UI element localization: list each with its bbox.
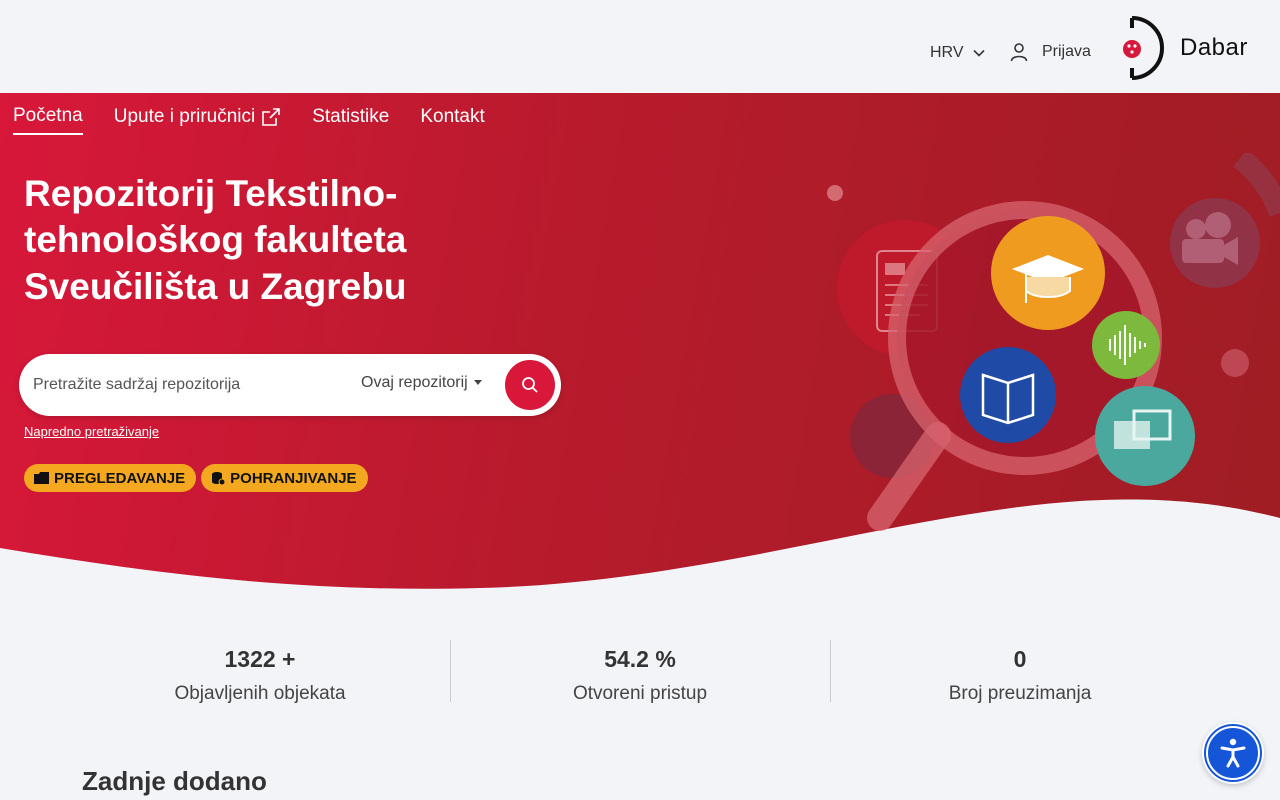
nav-item-pocetna[interactable]: Početna — [13, 105, 83, 135]
nav-item-label: Kontakt — [420, 106, 485, 127]
stat-label: Otvoreni pristup — [572, 683, 708, 704]
search-input[interactable] — [33, 354, 353, 416]
dabar-logo[interactable]: Dabar — [1118, 16, 1268, 82]
stats-section: 1322 + Objavljenih objekata 54.2 % Otvor… — [70, 640, 1210, 704]
accessibility-button-inner — [1204, 724, 1262, 782]
top-bar: HRV Prijava Dabar — [0, 0, 1280, 93]
stat-open-access: 54.2 % Otvoreni pristup — [450, 640, 830, 704]
browse-chip-label: PREGLEDAVANJE — [54, 469, 186, 487]
main-nav: Početna Upute i priručnici Statistike Ko… — [13, 105, 516, 135]
nav-item-upute[interactable]: Upute i priručnici — [114, 105, 282, 135]
stat-value: 0 — [1013, 646, 1027, 672]
deposit-chip[interactable]: POHRANJIVANJE — [201, 464, 368, 492]
stat-label: Objavljenih objekata — [174, 683, 346, 704]
recent-heading: Zadnje dodano — [82, 766, 267, 796]
search-icon — [522, 377, 538, 393]
dabar-mark-icon — [1123, 16, 1164, 80]
caret-down-icon — [473, 380, 482, 385]
advanced-search-link[interactable]: Napredno pretraživanje — [24, 424, 159, 439]
search-scope-label: Ovaj repozitorij — [361, 374, 468, 391]
nav-item-label: Početna — [13, 105, 83, 126]
accessibility-icon — [1220, 738, 1246, 768]
nav-item-statistike[interactable]: Statistike — [312, 105, 389, 135]
deposit-chip-label: POHRANJIVANJE — [230, 469, 357, 487]
nav-item-label: Upute i priručnici — [113, 106, 256, 127]
login-label: Prijava — [1042, 43, 1091, 60]
chevron-down-icon — [972, 49, 985, 57]
stat-value: 54.2 % — [604, 646, 676, 672]
search-scope-dropdown[interactable]: Ovaj repozitorij — [361, 374, 482, 392]
login-link[interactable]: Prijava — [1010, 42, 1091, 62]
language-selector[interactable]: HRV — [930, 44, 986, 62]
nav-item-kontakt[interactable]: Kontakt — [420, 105, 484, 135]
external-link-icon — [262, 108, 281, 126]
folder-icon — [34, 472, 49, 484]
action-chips: PREGLEDAVANJE POHRANJIVANJE — [24, 464, 368, 492]
page-title: Repozitorij Tekstilno-tehnološkog fakult… — [24, 173, 407, 307]
accessibility-button[interactable] — [1202, 722, 1264, 784]
search-bar: Ovaj repozitorij — [19, 354, 561, 416]
search-button[interactable] — [502, 357, 558, 413]
logo-text: Dabar — [1180, 34, 1248, 61]
stat-value: 1322 + — [224, 646, 296, 672]
stat-downloads: 0 Broj preuzimanja — [830, 640, 1210, 704]
nav-item-label: Statistike — [312, 106, 390, 127]
user-icon — [1010, 43, 1028, 62]
language-label: HRV — [930, 44, 964, 61]
hero-illustration — [827, 153, 1280, 531]
stat-label: Broj preuzimanja — [948, 683, 1092, 704]
database-icon — [212, 472, 226, 485]
browse-chip[interactable]: PREGLEDAVANJE — [24, 464, 197, 492]
stat-published: 1322 + Objavljenih objekata — [70, 640, 450, 704]
hero-section: Početna Upute i priručnici Statistike Ko… — [0, 93, 1280, 600]
